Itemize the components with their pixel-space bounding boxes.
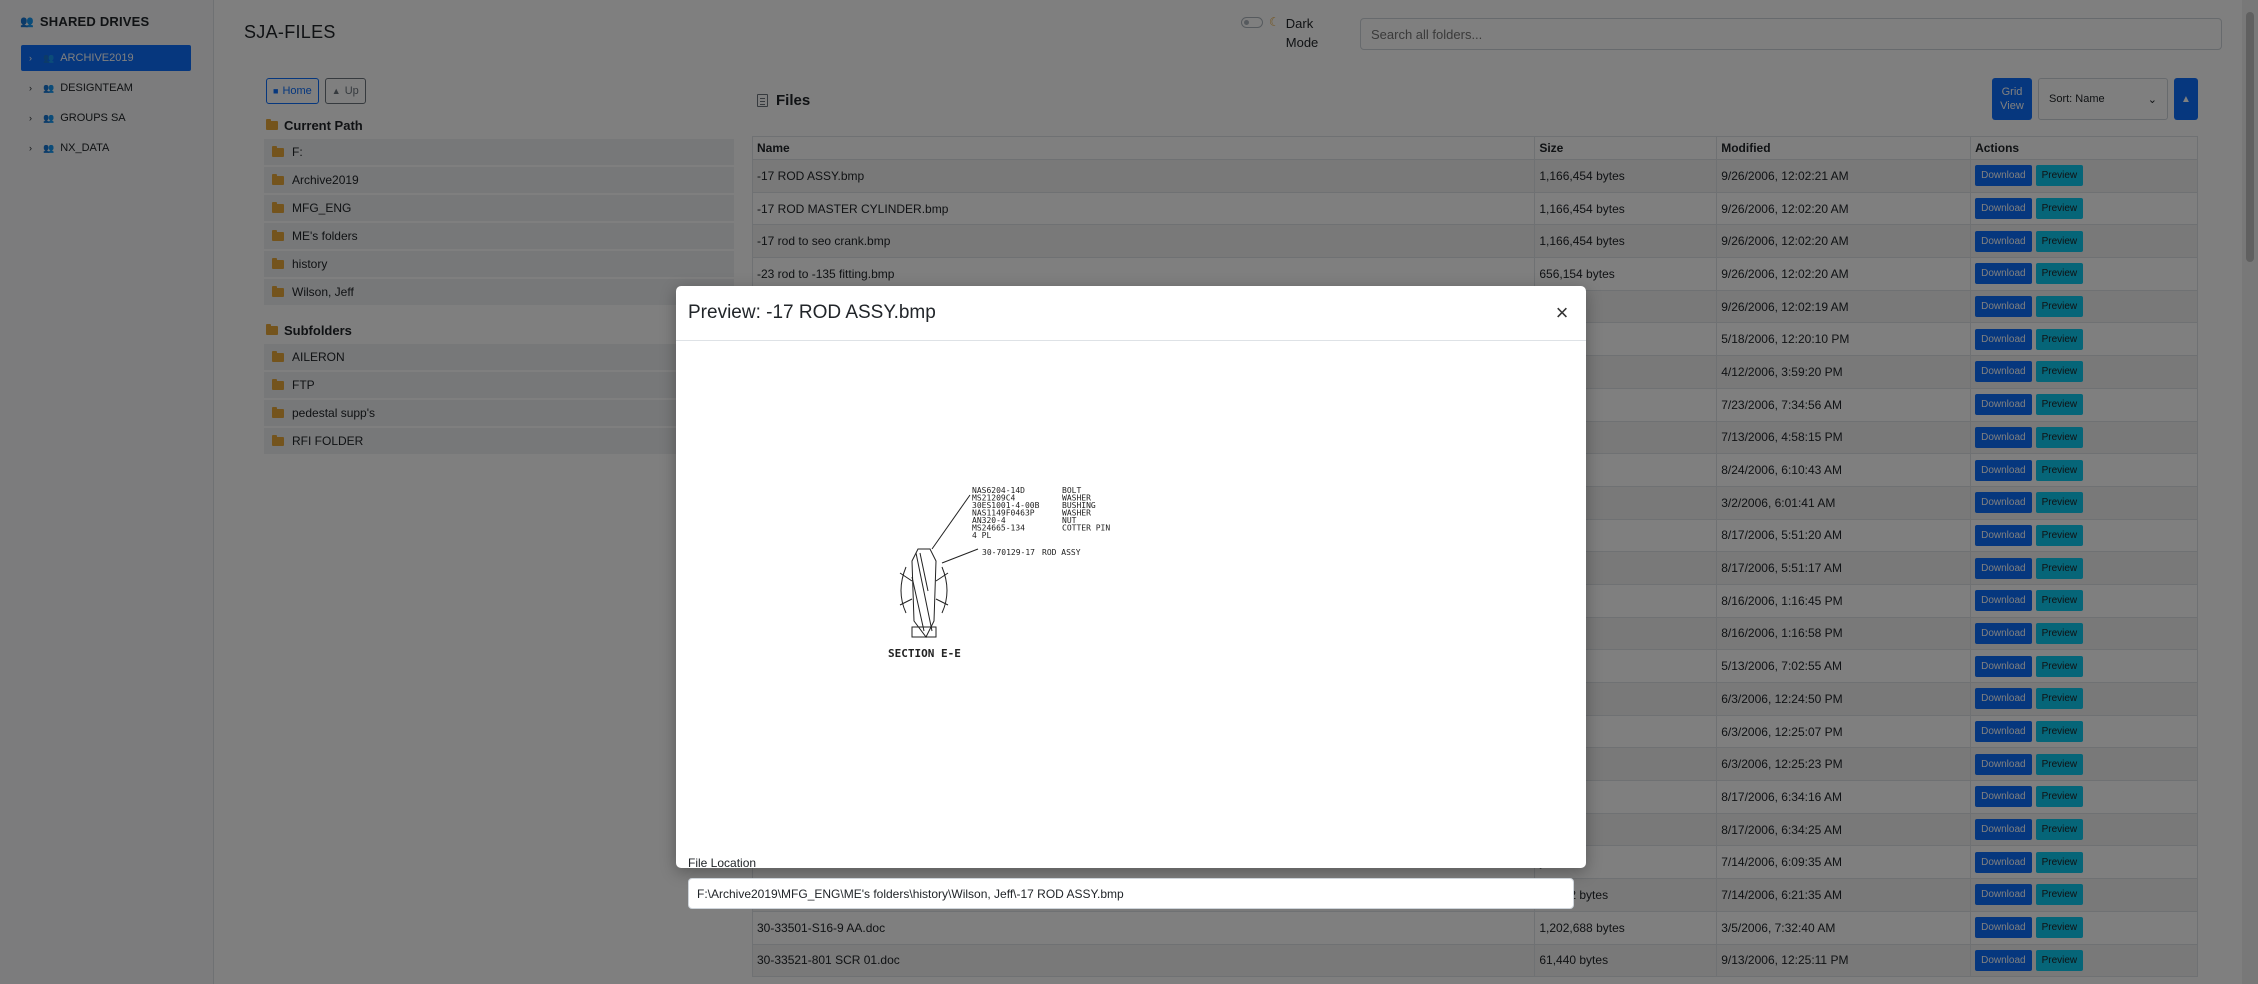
rod-hatching [911,552,933,632]
callout-label: ROD ASSY [1042,548,1081,557]
drawing-preview-image: NAS6204-14DMS21209C430ES1001-4-00BNAS114… [888,486,1110,660]
preview-modal: Preview: -17 ROD ASSY.bmp × NAS6204-14D M… [676,286,1586,909]
callout-part-number: 30-70129-17 [982,548,1035,557]
modal-body: NAS6204-14D MS21209C4 30ES1001-4-00B NAS114… [676,341,1586,909]
rod-end [911,626,937,638]
close-icon[interactable]: × [1550,300,1574,325]
leader-line [941,548,979,564]
section-label: SECTION E-E [888,647,961,660]
file-location-field[interactable] [688,878,1574,909]
modal-title: Preview: -17 ROD ASSY.bmp [688,302,936,323]
part-number-label: 4 PL [972,531,991,540]
file-location-label: File Location [688,856,757,870]
hatch-lines [899,572,949,606]
part-description-label: COTTER PIN [1062,524,1110,533]
modal-header: Preview: -17 ROD ASSY.bmp × [676,286,1586,341]
leader-line [931,494,971,550]
